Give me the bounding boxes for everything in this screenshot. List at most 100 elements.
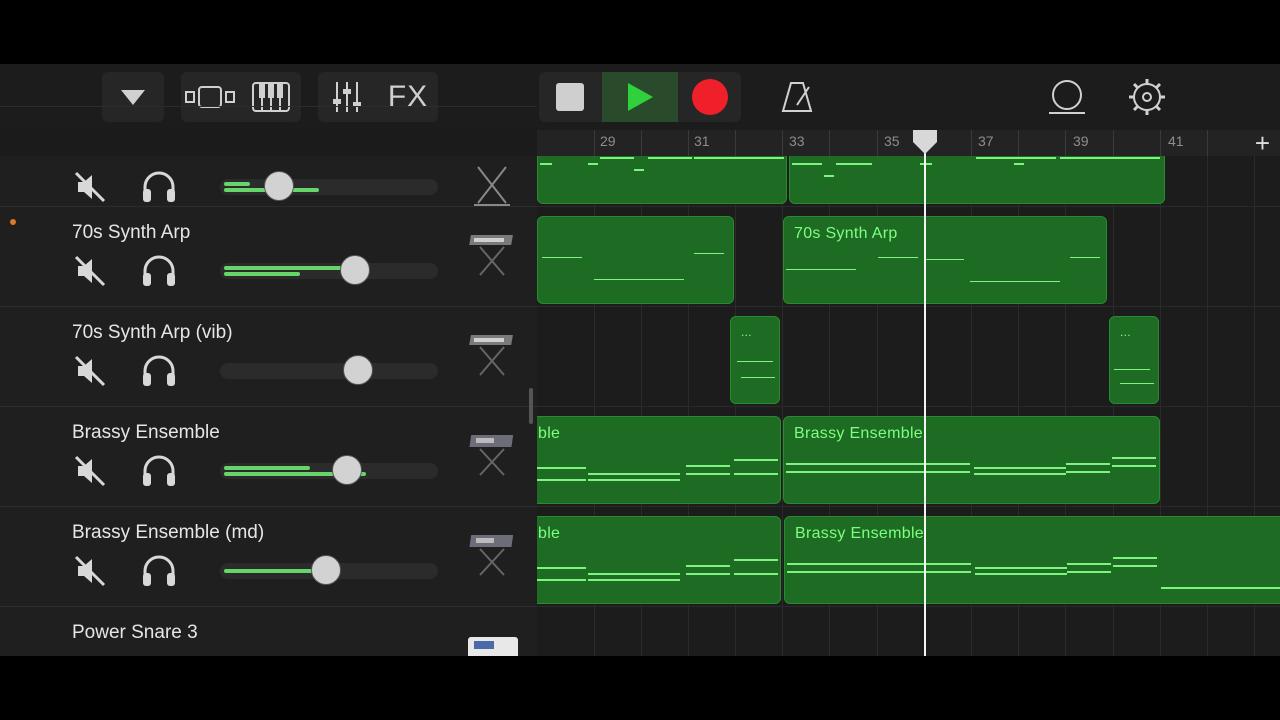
volume-slider[interactable] [220, 355, 438, 385]
midi-note [1113, 557, 1157, 559]
timeline-ruler[interactable]: 29 31 33 35 37 39 41 + [537, 130, 1280, 157]
play-button[interactable] [602, 72, 678, 122]
playhead-line [924, 130, 926, 656]
midi-note [786, 269, 856, 270]
volume-knob[interactable] [332, 455, 362, 485]
headphones-icon[interactable] [140, 553, 178, 589]
track-header[interactable]: Power Snare 3 [0, 606, 537, 656]
ruler-tick [641, 130, 642, 156]
ruler-tick [1065, 130, 1066, 156]
midi-note [734, 573, 778, 575]
midi-note [588, 573, 680, 575]
bar-number: 41 [1168, 133, 1184, 149]
loop-browser-button[interactable] [1040, 72, 1094, 122]
track-name: Brassy Ensemble [72, 422, 220, 443]
midi-region[interactable]: Brassy Ensemble [784, 516, 1280, 604]
scroll-indicator[interactable] [529, 388, 533, 424]
volume-knob[interactable] [264, 171, 294, 201]
mute-icon[interactable] [72, 353, 108, 389]
midi-note [741, 377, 775, 378]
track-header[interactable]: 70s Synth Arp [0, 206, 537, 307]
headphones-icon[interactable] [140, 169, 178, 205]
garageband-window: FX 29 31 33 35 37 39 41 + 70s Synth Arp … [0, 64, 1280, 656]
volume-slider[interactable] [220, 255, 438, 285]
midi-note [970, 281, 1060, 282]
headphones-icon[interactable] [140, 453, 178, 489]
midi-note [1112, 465, 1156, 467]
headphones-icon[interactable] [140, 253, 178, 289]
midi-note [686, 573, 730, 575]
midi-note [686, 565, 730, 567]
midi-note [920, 163, 932, 165]
playhead-handle[interactable] [912, 128, 938, 156]
play-icon [628, 83, 653, 111]
midi-note [537, 467, 586, 469]
midi-region[interactable]: 70s Synth Arp [783, 216, 1107, 304]
region-label: 70s Synth Arp [794, 225, 898, 242]
brass-synth-icon [469, 535, 514, 576]
midi-note [1120, 383, 1154, 384]
synth-keyboard-icon [469, 235, 513, 276]
stop-button[interactable] [539, 72, 601, 122]
midi-region[interactable] [537, 216, 734, 304]
midi-note [976, 157, 1056, 159]
midi-note [1112, 457, 1156, 459]
midi-note [648, 157, 692, 159]
track-name: 70s Synth Arp (vib) [72, 322, 233, 343]
midi-note [786, 471, 878, 473]
add-section-button[interactable]: + [1255, 130, 1270, 156]
tracks-area[interactable]: 70s Synth Arp ... ... ble Brassy Ensembl… [537, 156, 1280, 656]
track-header[interactable]: Brassy Ensemble (md) [0, 506, 537, 607]
volume-knob[interactable] [343, 355, 373, 385]
mute-icon[interactable] [72, 253, 108, 289]
track-header[interactable]: 70s Synth Arp (vib) [0, 306, 537, 407]
midi-region[interactable]: ble [537, 416, 781, 504]
midi-note [537, 567, 586, 569]
midi-note [878, 257, 918, 258]
mute-icon[interactable] [72, 453, 108, 489]
midi-note [1066, 471, 1110, 473]
settings-button[interactable] [1120, 72, 1174, 122]
midi-note [734, 459, 778, 461]
bar-number: 31 [694, 133, 710, 149]
volume-slider[interactable] [220, 455, 438, 485]
headphones-icon[interactable] [140, 353, 178, 389]
ruler-tick [688, 130, 689, 156]
ruler-tick [829, 130, 830, 156]
track-header[interactable] [0, 106, 537, 207]
midi-note [975, 567, 1067, 569]
stop-icon [556, 83, 584, 111]
mute-icon[interactable] [72, 169, 108, 205]
region-label: ... [1120, 325, 1131, 339]
midi-note [1067, 571, 1111, 573]
midi-region[interactable]: ... [730, 316, 780, 404]
midi-region[interactable]: Brassy Ensemble [783, 416, 1160, 504]
midi-region[interactable] [789, 156, 1165, 204]
volume-knob[interactable] [311, 555, 341, 585]
midi-note [1070, 257, 1100, 258]
track-lane [537, 306, 1280, 406]
midi-region[interactable]: ble [537, 516, 781, 604]
midi-note [786, 463, 878, 465]
midi-note [588, 163, 598, 165]
midi-region[interactable] [537, 156, 787, 204]
bar-number: 37 [978, 133, 994, 149]
midi-note [1060, 157, 1160, 159]
volume-knob[interactable] [340, 255, 370, 285]
transport-group [539, 72, 741, 122]
midi-note [694, 253, 724, 254]
midi-note [1067, 563, 1111, 565]
track-header[interactable]: Brassy Ensemble [0, 406, 537, 507]
mute-icon[interactable] [72, 553, 108, 589]
midi-region[interactable]: ... [1109, 316, 1159, 404]
midi-note [734, 473, 778, 475]
midi-note [1014, 163, 1024, 165]
record-button[interactable] [679, 72, 741, 122]
metronome-button[interactable] [770, 72, 824, 122]
midi-note [594, 279, 684, 280]
volume-slider[interactable] [220, 171, 438, 201]
midi-note [588, 473, 680, 475]
region-label: ble [538, 525, 561, 542]
volume-slider[interactable] [220, 555, 438, 585]
bar-number: 39 [1073, 133, 1089, 149]
